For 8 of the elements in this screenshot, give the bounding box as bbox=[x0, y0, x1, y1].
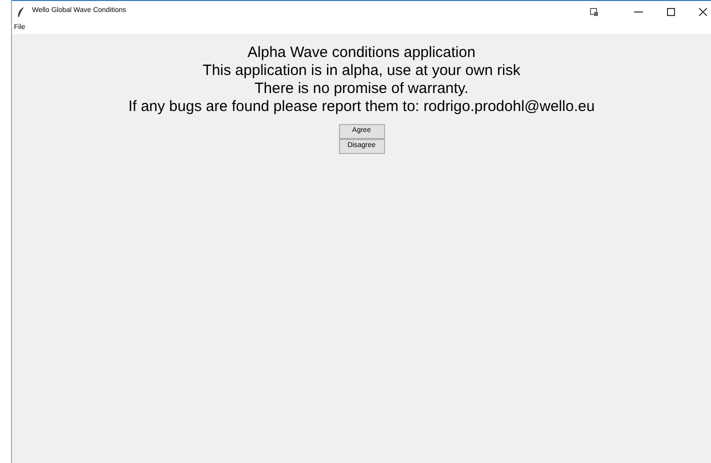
message-line: Alpha Wave conditions application bbox=[248, 44, 476, 62]
close-icon[interactable] bbox=[699, 8, 707, 16]
maximize-icon[interactable] bbox=[667, 8, 675, 16]
pin-icon[interactable] bbox=[590, 8, 598, 16]
message-line: There is no promise of warranty. bbox=[254, 80, 468, 98]
message-line: This application is in alpha, use at your own risk bbox=[202, 62, 520, 80]
message-line: If any bugs are found please report them to: rodrigo.prodohl@wello.eu bbox=[128, 98, 595, 116]
feather-icon bbox=[17, 6, 25, 16]
